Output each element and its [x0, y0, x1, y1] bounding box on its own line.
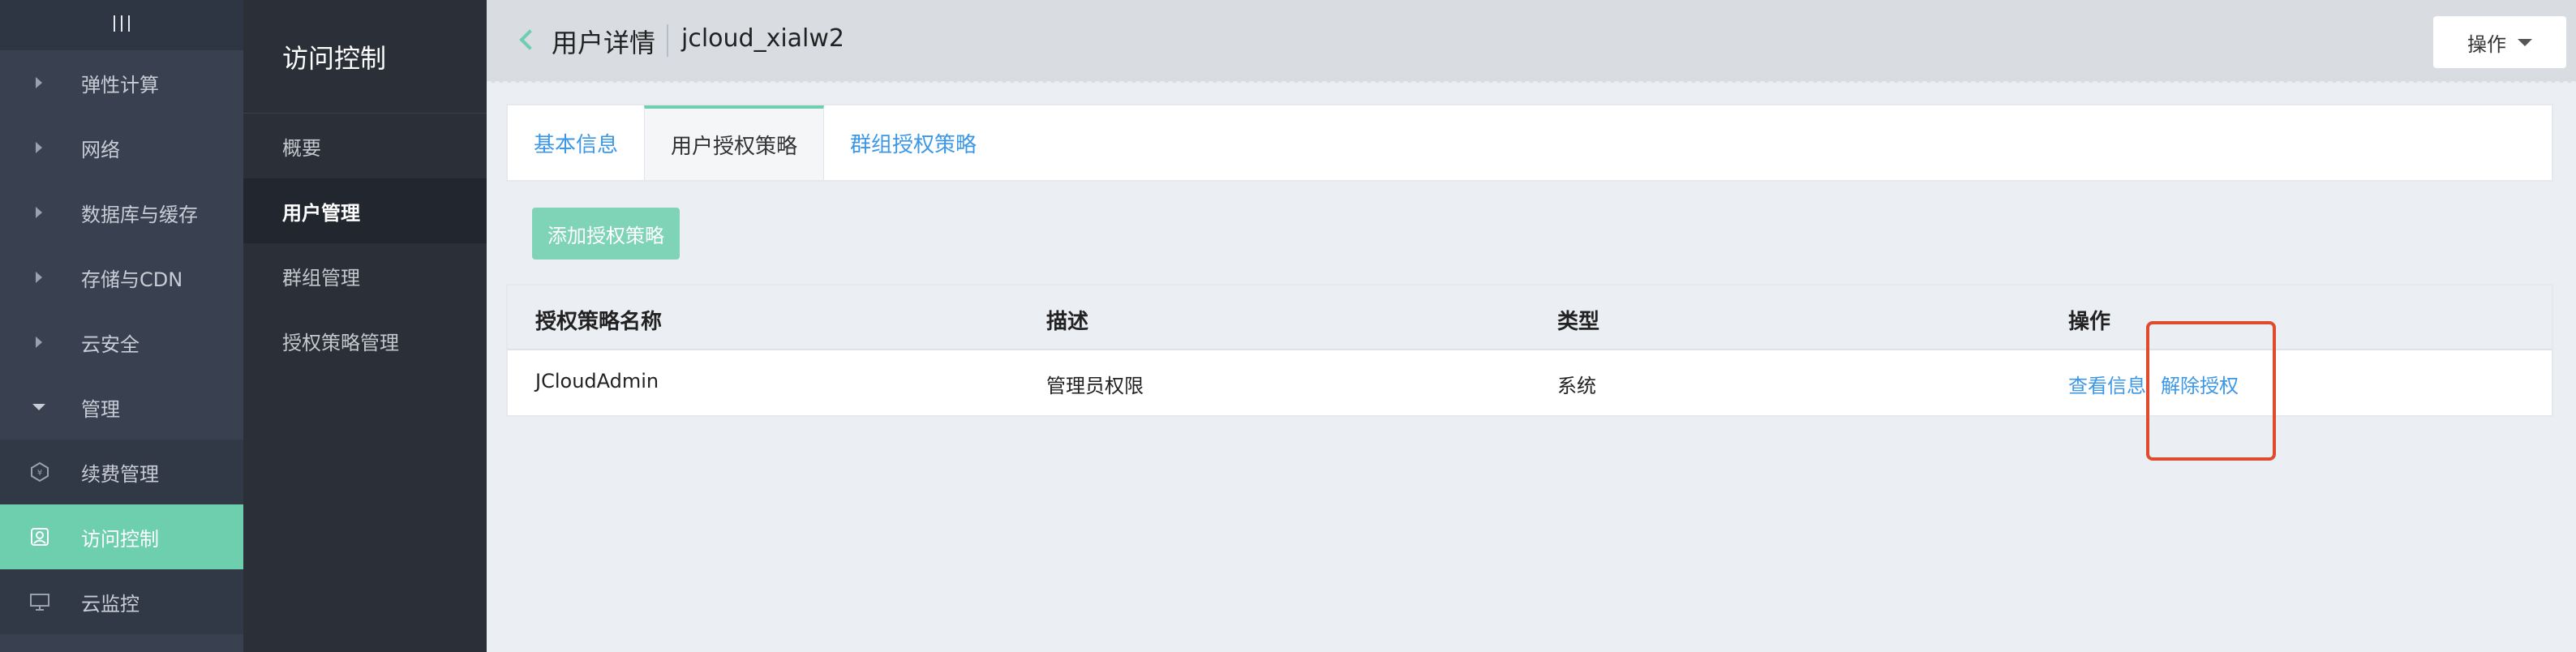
- operations-label: 操作: [2467, 32, 2506, 56]
- caret-down-icon: [2518, 38, 2532, 46]
- column-header-description: 描述: [1046, 310, 1089, 334]
- type-cell: 系统: [1557, 375, 1596, 397]
- access-control-icon: [29, 526, 50, 547]
- nav-item-label: 网络: [81, 138, 120, 161]
- left-nav: 弹性计算 网络 数据库与缓存 存储与CDN 云安全 管理 ¥ 续费管理 访问控制: [0, 0, 243, 652]
- nav-item-label: 续费管理: [81, 462, 159, 486]
- nav-item-storage-cdn[interactable]: 存储与CDN: [0, 245, 243, 310]
- username-label: jcloud_xialw2: [681, 24, 845, 53]
- title-divider: [667, 24, 668, 57]
- column-header-policy-name: 授权策略名称: [535, 310, 663, 334]
- subnav-item-overview[interactable]: 概要: [243, 114, 487, 178]
- chevron-right-icon: [36, 142, 42, 153]
- secondary-nav: 访问控制 概要 用户管理 群组管理 授权策略管理: [243, 0, 487, 652]
- nav-item-label: 存储与CDN: [81, 268, 183, 291]
- tab-user-policies[interactable]: 用户授权策略: [644, 105, 825, 180]
- nav-item-label: 数据库与缓存: [81, 203, 198, 226]
- nav-item-cloud-security[interactable]: 云安全: [0, 310, 243, 375]
- nav-item-database-cache[interactable]: 数据库与缓存: [0, 180, 243, 245]
- nav-item-label: 云安全: [81, 332, 140, 356]
- subnav-item-user-management[interactable]: 用户管理: [243, 178, 487, 243]
- chevron-down-icon: [32, 404, 45, 410]
- chevron-right-icon: [36, 77, 42, 88]
- tab-bar: 基本信息 用户授权策略 群组授权策略: [506, 104, 2553, 182]
- column-header-type: 类型: [1557, 310, 1600, 334]
- nav-item-management[interactable]: 管理: [0, 375, 243, 440]
- menu-icon: [109, 12, 135, 39]
- view-info-link[interactable]: 查看信息: [2068, 370, 2146, 398]
- nav-item-label: 弹性计算: [81, 73, 159, 97]
- subnav-item-policy-management[interactable]: 授权策略管理: [243, 308, 487, 373]
- nav-item-elastic-compute[interactable]: 弹性计算: [0, 50, 243, 115]
- nav-item-network[interactable]: 网络: [0, 115, 243, 180]
- description-cell: 管理员权限: [1046, 375, 1144, 397]
- operations-dropdown-button[interactable]: 操作: [2433, 16, 2566, 68]
- column-header-actions: 操作: [2068, 310, 2111, 334]
- chevron-right-icon: [36, 272, 42, 283]
- nav-item-renewal[interactable]: ¥ 续费管理: [0, 440, 243, 504]
- renew-icon: ¥: [29, 461, 50, 483]
- subnav-item-group-management[interactable]: 群组管理: [243, 243, 487, 308]
- annotation-highlight-box: [2146, 321, 2276, 461]
- page-header: 用户详情 jcloud_xialw2 操作: [487, 0, 2576, 83]
- nav-submenu-management: ¥ 续费管理 访问控制 云监控: [0, 440, 243, 634]
- svg-text:¥: ¥: [37, 469, 42, 478]
- tab-group-policies[interactable]: 群组授权策略: [824, 105, 1002, 180]
- menu-toggle[interactable]: [0, 0, 243, 50]
- nav-item-label: 管理: [81, 397, 120, 421]
- nav-item-cloud-monitor[interactable]: 云监控: [0, 569, 243, 634]
- nav-item-access-control[interactable]: 访问控制: [0, 504, 243, 569]
- page-title: 用户详情: [552, 28, 656, 58]
- monitor-icon: [29, 591, 50, 612]
- tab-basic-info[interactable]: 基本信息: [508, 105, 644, 180]
- back-arrow-icon[interactable]: [517, 23, 537, 55]
- subnav-title: 访问控制: [243, 0, 487, 114]
- chevron-right-icon: [36, 207, 42, 218]
- chevron-right-icon: [36, 337, 42, 348]
- policy-name-cell: JCloudAdmin: [535, 370, 659, 392]
- nav-item-label: 访问控制: [81, 527, 159, 551]
- nav-item-label: 云监控: [81, 592, 140, 616]
- add-policy-button[interactable]: 添加授权策略: [532, 208, 680, 260]
